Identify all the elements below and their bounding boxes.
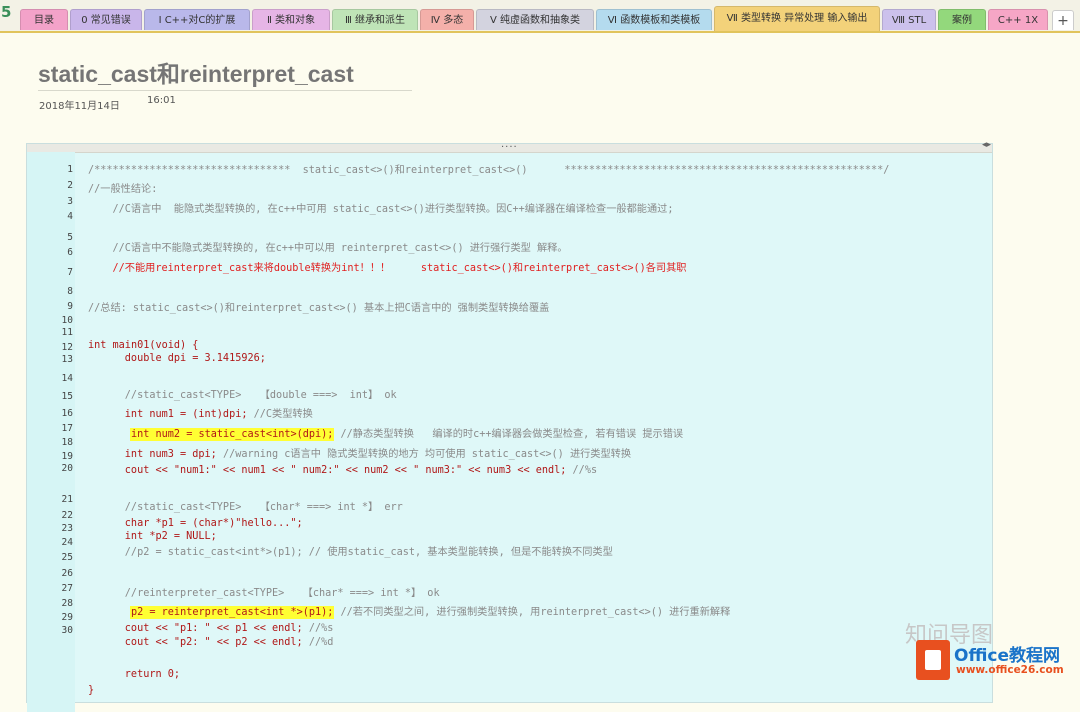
code-text: int num3 = dpi; [88,449,223,460]
line-number: 26 [27,568,73,579]
tab-cases[interactable]: 案例 [938,9,986,30]
line-number: 9 [27,301,73,312]
code-comment: //静态类型转换 编译的时c++编译器会做类型检查, 若有错误 提示错误 [334,429,683,440]
code-line-warning: //不能用reinterpret_cast来将double转换为int！！！ s… [88,262,686,275]
line-number: 3 [27,196,73,207]
line-number: 15 [27,391,73,402]
line-number: 25 [27,552,73,563]
highlighted-code: p2 = reinterpret_cast<int *>(p1); [130,606,334,619]
code-line-highlighted: int num2 = static_cast<int>(dpi); //静态类型… [130,428,683,441]
code-line: //reinterpreter_cast<TYPE> 【char* ===> i… [88,587,440,600]
office-watermark: Office教程网 www.office26.com [912,640,1080,690]
code-line: } [88,684,94,697]
code-line: int num3 = dpi; //warning c语言中 隐式类型转换的地方… [88,448,631,461]
page-title[interactable]: static_cast和reinterpret_cast [38,55,354,89]
line-number: 1 [27,164,73,175]
code-line: int *p2 = NULL; [88,530,217,543]
code-line-main-signature: int main01(void) { [88,339,198,352]
code-line: //C语言中不能隐式类型转换的, 在c++中可以用 reinterpret_ca… [88,242,568,255]
code-line: cout << "num1:" << num1 << " num2:" << n… [88,464,597,477]
code-comment: //%s [573,465,598,476]
page-time: 16:01 [147,95,176,106]
tab-stl[interactable]: Ⅷ STL [882,9,936,30]
line-number: 8 [27,286,73,297]
code-comment: //warning c语言中 隐式类型转换的地方 均可使用 static_cas… [223,449,631,460]
keyword: int [88,340,106,351]
code-line: //static_cast<TYPE> 【char* ===> int *】 e… [88,501,403,514]
line-number: 22 [27,510,73,521]
line-number: 4 [27,211,73,222]
line-number: 13 [27,354,73,365]
code-line-highlighted: p2 = reinterpret_cast<int *>(p1); //若不同类… [130,606,730,619]
line-number: 18 [27,437,73,448]
code-text: cout << "num1:" << num1 << " num2:" << n… [88,465,573,476]
tab-virtual-functions[interactable]: Ⅴ 纯虚函数和抽象类 [476,9,594,30]
page-date: 2018年11月14日 [39,97,120,112]
line-number: 27 [27,583,73,594]
code-line: int num1 = (int)dpi; //C类型转换 [88,408,313,421]
code-line: char *p1 = (char*)"hello..."; [88,517,303,530]
line-number-gutter: 1 2 3 4 5 6 7 8 9 10 11 12 13 14 15 16 1… [27,152,75,712]
tab-cpp-1x[interactable]: C++ 1X [988,9,1048,30]
line-number: 6 [27,247,73,258]
line-number: 5 [27,232,73,243]
resize-arrows-icon[interactable]: ◂▸ [982,140,991,150]
line-number: 28 [27,598,73,609]
office-watermark-title: Office教程网 [954,641,1060,666]
line-number: 29 [27,612,73,623]
line-number: 7 [27,267,73,278]
line-number: 20 [27,463,73,474]
tab-common-errors[interactable]: 0 常见错误 [70,9,142,30]
keyword: void [155,340,180,351]
code-line: /******************************** static… [88,164,889,177]
code-line: //static_cast<TYPE> 【double ===> int】 ok [88,389,397,402]
tab-toc[interactable]: 目录 [20,9,68,30]
tab-templates[interactable]: Ⅵ 函数模板和类模板 [596,9,712,30]
line-number: 19 [27,451,73,462]
code-line: double dpi = 3.1415926; [88,352,266,365]
line-number: 30 [27,625,73,636]
line-number: 10 [27,315,73,326]
function-name: main01( [106,340,155,351]
code-line: //一般性结论: [88,183,157,196]
line-number: 12 [27,342,73,353]
tab-type-casting[interactable]: Ⅶ 类型转换 异常处理 输入输出 [714,6,880,31]
tab-cpp-extensions[interactable]: Ⅰ C++对C的扩展 [144,9,250,30]
add-section-button[interactable]: + [1052,10,1074,30]
tab-classes-objects[interactable]: Ⅱ 类和对象 [252,9,330,30]
container-drag-handle[interactable]: .... ◂▸ [27,144,992,153]
code-note-container[interactable]: .... ◂▸ 1 2 3 4 5 6 7 8 9 10 11 12 13 14… [26,143,993,703]
title-divider [38,90,412,91]
tab-polymorphism[interactable]: Ⅳ 多态 [420,9,474,30]
code-line: //C语言中 能隐式类型转换的, 在c++中可用 static_cast<>()… [88,203,673,216]
brace: ) { [180,340,198,351]
highlighted-code: int num2 = static_cast<int>(dpi); [130,428,334,441]
code-comment: //若不同类型之间, 进行强制类型转换, 用reinterpret_cast<>… [334,607,730,618]
code-line: //p2 = static_cast<int*>(p1); // 使用stati… [88,546,613,559]
section-tab-bar: 5 目录 0 常见错误 Ⅰ C++对C的扩展 Ⅱ 类和对象 Ⅲ 继承和派生 Ⅳ … [0,0,1080,33]
code-comment: //C类型转换 [254,409,313,420]
line-number: 2 [27,180,73,191]
line-number: 14 [27,373,73,384]
code-comment: //%d [309,637,334,648]
code-text: cout << "p2: " << p2 << endl; [88,637,309,648]
tab-inheritance[interactable]: Ⅲ 继承和派生 [332,9,418,30]
line-number: 23 [27,523,73,534]
code-line: cout << "p2: " << p2 << endl; //%d [88,636,333,649]
office-logo-icon [916,640,950,680]
line-number: 17 [27,423,73,434]
code-line: //总结: static_cast<>()和reinterpret_cast<>… [88,302,549,315]
app-logo-icon: 5 [1,3,11,21]
code-text: cout << "p1: " << p1 << endl; [88,623,309,634]
code-line: cout << "p1: " << p1 << endl; //%s [88,622,333,635]
code-text: int num1 = (int)dpi; [88,409,254,420]
code-comment: //%s [309,623,334,634]
office-watermark-url: www.office26.com [956,664,1064,676]
line-number: 11 [27,327,73,338]
drag-dots-icon: .... [501,139,518,150]
line-number: 16 [27,408,73,419]
code-line: return 0; [88,668,180,681]
line-number: 21 [27,494,73,505]
line-number: 24 [27,537,73,548]
